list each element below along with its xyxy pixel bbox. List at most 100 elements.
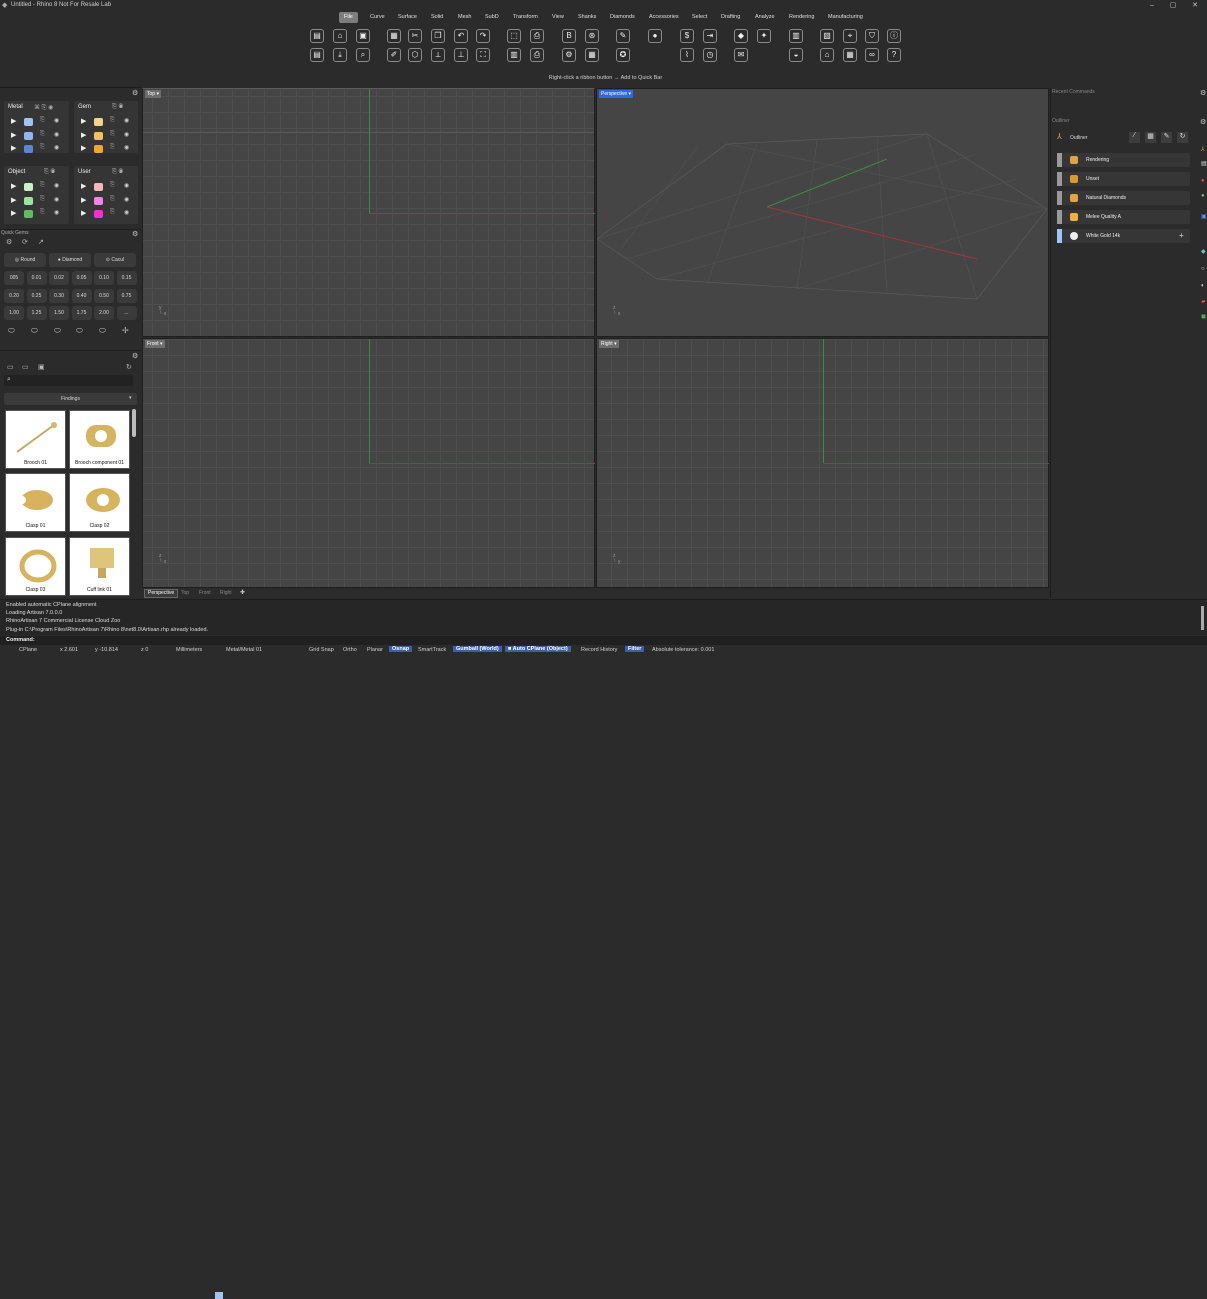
command-line[interactable]: Command:	[0, 636, 1207, 645]
frame-icon[interactable]: ⬚	[507, 29, 521, 43]
outliner-row[interactable]: White Gold 14k +	[1057, 229, 1190, 243]
material-icon[interactable]: ◆	[1201, 248, 1206, 255]
material-swatch[interactable]	[94, 145, 103, 153]
document-icon[interactable]: ▦	[387, 29, 401, 43]
material-row[interactable]: ▶ ⎘ ◉	[74, 144, 138, 154]
eye-icon[interactable]: ◉	[124, 117, 129, 124]
gear-icon[interactable]: ⚙	[1200, 89, 1206, 97]
viewport-right[interactable]: Right ▾ z └ y	[596, 338, 1049, 588]
image-icon[interactable]: ▣	[38, 363, 45, 371]
material-row[interactable]: ▶ ⎘ ◉	[74, 131, 138, 141]
tab-shanks[interactable]: Shanks	[573, 12, 601, 23]
lock-icon[interactable]: ⎘	[40, 144, 45, 151]
bookmark-icon[interactable]: B	[562, 29, 576, 43]
eye-icon[interactable]: ◉	[124, 196, 129, 203]
expand-icon[interactable]: ▶	[11, 117, 16, 125]
cube-icon[interactable]: ◼	[1201, 313, 1206, 320]
color-icon[interactable]: ●	[1201, 178, 1205, 184]
shield-icon[interactable]: ⛉	[865, 29, 879, 43]
align-icon[interactable]: ⊥	[454, 48, 468, 62]
expand-icon[interactable]: ▶	[11, 182, 16, 190]
search-zoom-icon[interactable]: ⌕	[356, 48, 370, 62]
expand-icon[interactable]: ▶	[81, 209, 86, 217]
gem-size-button[interactable]: 005	[4, 271, 24, 285]
lock-icon[interactable]: ⎘	[40, 196, 45, 203]
clock-icon[interactable]: ◷	[703, 48, 717, 62]
folder-icon[interactable]: ▭	[7, 363, 14, 371]
outliner-row[interactable]: Unset	[1057, 172, 1190, 186]
properties-icon[interactable]: ▤	[310, 48, 324, 62]
add-icon[interactable]: +	[1179, 231, 1184, 240]
outliner-row[interactable]: Natural Diamonds	[1057, 191, 1190, 205]
vp-tab-perspective[interactable]: Perspective	[144, 589, 179, 598]
vp-tab-right[interactable]: Right	[220, 590, 232, 596]
gem-size-button[interactable]: 1.75	[71, 306, 92, 320]
refresh-icon[interactable]: ↻	[126, 363, 132, 371]
tab-solid[interactable]: Solid	[426, 12, 448, 23]
palette-icon[interactable]: ●	[1201, 193, 1205, 199]
gem-size-button[interactable]: 1.00	[4, 306, 24, 320]
group-icon[interactable]: ⛶	[476, 48, 490, 62]
gem-arrow-icon[interactable]: ↗	[38, 238, 44, 246]
stack-icon[interactable]: ▰	[1201, 298, 1206, 305]
tab-accessories[interactable]: Accessories	[644, 12, 684, 23]
tab-drafting[interactable]: Drafting	[716, 12, 745, 23]
lock-icon[interactable]: ⎘	[110, 182, 115, 189]
gem-size-button[interactable]: 0.20	[4, 288, 24, 303]
expand-icon[interactable]: ▶	[11, 131, 16, 139]
viewport-label-front[interactable]: Front ▾	[145, 340, 165, 348]
units-label[interactable]: Millimeters	[176, 647, 202, 653]
planar-toggle[interactable]: Planar	[367, 647, 383, 653]
library-scrollbar[interactable]	[132, 409, 136, 437]
gem-size-button[interactable]: 0.01	[26, 271, 47, 285]
gem-settings-icon[interactable]: ⚙	[6, 238, 12, 246]
save-icon[interactable]: ▣	[356, 29, 370, 43]
auto-cplane-toggle[interactable]: ■ Auto CPlane (Object)	[505, 646, 571, 652]
material-swatch[interactable]	[24, 118, 33, 126]
smarttrack-toggle[interactable]: SmartTrack	[418, 647, 446, 653]
new-file-icon[interactable]: ▤	[310, 29, 324, 43]
folder-add-icon[interactable]: ▭	[22, 363, 29, 371]
maximize-button[interactable]: ▢	[1166, 1, 1180, 10]
price-icon[interactable]: $	[680, 29, 694, 43]
lock-icon[interactable]: ⎘	[110, 196, 115, 203]
eye-icon[interactable]: ◉	[54, 117, 59, 124]
gem-size-button[interactable]: 0.02	[49, 271, 69, 285]
library-item[interactable]: Clasp 01	[5, 473, 66, 532]
gear-icon[interactable]: ⚙	[132, 230, 138, 238]
redo-icon[interactable]: ↷	[476, 29, 490, 43]
chat-icon[interactable]: ✉	[734, 48, 748, 62]
material-row[interactable]: ▶ ⎘ ◉	[4, 117, 68, 127]
undo-icon[interactable]: ↶	[454, 29, 468, 43]
gem-icon[interactable]: ◆	[734, 29, 748, 43]
material-row[interactable]: ▶ ⎘ ◉	[4, 182, 68, 192]
viewport-top[interactable]: Top ▾ y └ x	[142, 88, 595, 337]
gear-icon[interactable]: ⚙	[132, 89, 138, 97]
export-icon[interactable]: ⇥	[703, 29, 717, 43]
material-swatch[interactable]	[24, 183, 33, 191]
gem-size-button[interactable]: 0.15	[116, 271, 137, 285]
gem-rotate-icon[interactable]: ⟳	[22, 238, 28, 246]
eye-icon[interactable]: ◉	[54, 131, 59, 138]
lock-icon[interactable]: ⎘	[40, 182, 45, 189]
library-item[interactable]: Cuff link 01	[69, 537, 130, 596]
material-row[interactable]: ▶ ⎘ ◉	[74, 209, 138, 219]
eye-icon[interactable]: ◉	[54, 144, 59, 151]
history-scrollbar[interactable]	[1201, 606, 1204, 630]
gem-size-button[interactable]: 0.30	[49, 288, 69, 303]
light-icon[interactable]: ○	[1201, 266, 1205, 272]
eye-icon[interactable]: ◉	[124, 144, 129, 151]
table-icon[interactable]: ▦	[585, 48, 599, 62]
gem-size-button[interactable]: 0.10	[94, 271, 114, 285]
material-row[interactable]: ▶ ⎘ ◉	[4, 196, 68, 206]
object-tools-icon[interactable]: ⎘ ◉	[44, 169, 55, 176]
gem-tools-icon[interactable]: ⎘ ◉	[112, 104, 123, 111]
viewport-label-top[interactable]: Top ▾	[145, 90, 161, 98]
material-swatch[interactable]	[24, 131, 33, 140]
expand-icon[interactable]: ▶	[81, 131, 86, 139]
gem-shape-icon[interactable]: ⬭	[99, 326, 106, 336]
eye-icon[interactable]: ◉	[124, 209, 129, 216]
metal-tools-icon[interactable]: ⌘ ⎘ ◉	[34, 104, 53, 112]
settings-icon[interactable]: ⚙	[562, 48, 576, 62]
tab-manufacturing[interactable]: Manufacturing	[823, 12, 868, 23]
